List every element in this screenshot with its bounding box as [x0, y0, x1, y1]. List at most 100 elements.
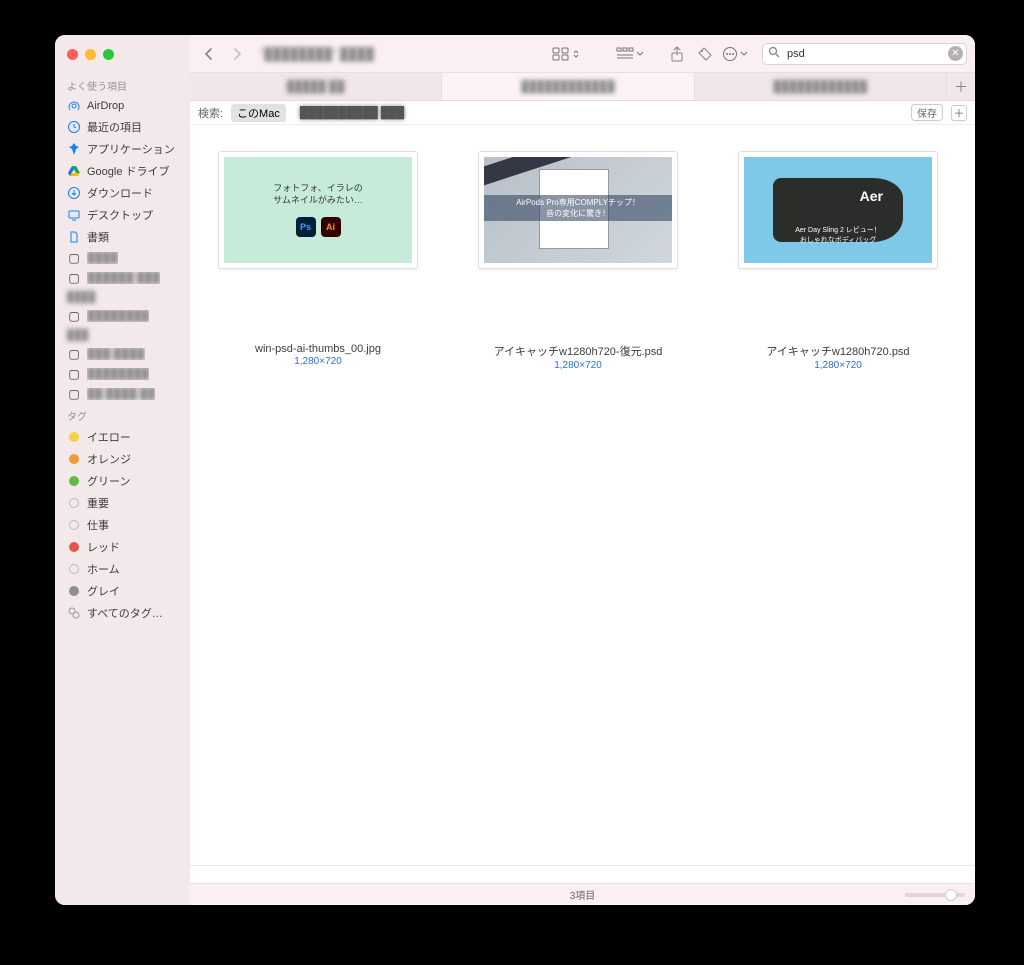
tag-label: グリーン [87, 473, 130, 489]
folder-icon: ▢ [67, 271, 81, 285]
chevron-down-icon [740, 50, 748, 58]
path-bar [190, 865, 975, 883]
sidebar-section-header-redacted: ███ [55, 326, 190, 344]
airdrop-icon [67, 99, 81, 113]
tab-label: ████████████ [774, 81, 868, 93]
icon-size-slider[interactable] [905, 893, 965, 897]
sidebar-item-airdrop[interactable]: AirDrop [55, 96, 190, 116]
zoom-window-button[interactable] [103, 49, 114, 60]
sidebar-item-apps[interactable]: アプリケーション [55, 138, 190, 160]
tag-label: レッド [87, 539, 120, 555]
tab-bar: █████ ██ ████████████ ████████████ ＋ [190, 73, 975, 101]
file-name: win-psd-ai-thumbs_00.jpg [255, 343, 381, 355]
sidebar-section-header-redacted: ████ [55, 288, 190, 306]
toolbar-title: "████████" ████ [260, 47, 374, 61]
sidebar-tag-item[interactable]: オレンジ [55, 448, 190, 470]
gdrive-icon [67, 164, 81, 178]
sidebar-item-label: ダウンロード [87, 185, 153, 201]
folder-icon: ▢ [67, 251, 81, 265]
doc-icon [67, 230, 81, 244]
clear-search-button[interactable]: ✕ [948, 46, 963, 61]
sidebar-tag-item[interactable]: 重要 [55, 492, 190, 514]
clock-icon [67, 120, 81, 134]
finder-window: よく使う項目 AirDrop最近の項目アプリケーションGoogle ドライブダウ… [55, 35, 975, 905]
file-dimensions: 1,280×720 [814, 360, 862, 371]
search-field[interactable]: ✕ [762, 43, 967, 65]
action-menu-button[interactable] [722, 46, 748, 62]
drive-icon: ▢ [67, 347, 81, 361]
scope-option-redacted[interactable]: ██████████ ███ [294, 106, 410, 120]
tag-dot-icon [67, 496, 81, 510]
sidebar-item-redacted[interactable]: ▢███ ████ [55, 344, 190, 364]
sidebar-item-redacted[interactable]: ▢████████ [55, 364, 190, 384]
file-thumbnail: AerAer Day Sling 2 レビュー！おしゃれなボディバッグ [738, 151, 938, 269]
sidebar-item-label: デスクトップ [87, 207, 153, 223]
sidebar-tag-item[interactable]: イエロー [55, 426, 190, 448]
download-icon [67, 186, 81, 200]
sidebar-item-gdrive[interactable]: Google ドライブ [55, 160, 190, 182]
file-item[interactable]: AirPods Pro専用COMPLYチップ！音の変化に驚き！ アイキャッチw12… [478, 151, 678, 371]
tab[interactable]: ████████████ [442, 73, 694, 100]
sidebar-item-label: 書類 [87, 229, 109, 245]
forward-button[interactable] [226, 43, 248, 65]
sidebar-item-desktop[interactable]: デスクトップ [55, 204, 190, 226]
sidebar-item-redacted[interactable]: ▢████████ [55, 306, 190, 326]
tag-label: イエロー [87, 429, 131, 445]
sidebar-tag-item[interactable]: グレイ [55, 580, 190, 602]
tag-dot-icon [67, 584, 81, 598]
scope-this-mac[interactable]: このMac [231, 104, 286, 122]
sidebar-item-redacted[interactable]: ▢██ ████ ██ [55, 384, 190, 404]
chevron-down-icon [636, 50, 644, 58]
scope-label: 検索: [198, 105, 223, 121]
new-tab-button[interactable]: ＋ [947, 73, 975, 100]
search-input[interactable] [762, 43, 967, 65]
file-item[interactable]: AerAer Day Sling 2 レビュー！おしゃれなボディバッグアイキャッ… [738, 151, 938, 371]
window-body: よく使う項目 AirDrop最近の項目アプリケーションGoogle ドライブダウ… [55, 35, 975, 905]
sidebar-item-label: Google ドライブ [87, 163, 170, 179]
close-window-button[interactable] [67, 49, 78, 60]
file-thumbnail: フォトフォ、イラレのサムネイルがみたい…PsAi [218, 151, 418, 269]
chevron-updown-icon [572, 49, 580, 59]
sidebar-item-redacted[interactable]: ▢████ [55, 248, 190, 268]
add-search-criteria-button[interactable]: ＋ [951, 105, 967, 121]
save-search-button[interactable]: 保存 [911, 104, 943, 121]
tag-label: グレイ [87, 583, 120, 599]
tab[interactable]: █████ ██ [190, 73, 442, 100]
folder-icon: ▢ [67, 309, 81, 323]
file-item[interactable]: フォトフォ、イラレのサムネイルがみたい…PsAi win-psd-ai-thumb… [218, 151, 418, 371]
sidebar-tag-item[interactable]: グリーン [55, 470, 190, 492]
sidebar-tag-item[interactable]: すべてのタグ… [55, 602, 190, 624]
sidebar-item-clock[interactable]: 最近の項目 [55, 116, 190, 138]
minimize-window-button[interactable] [85, 49, 96, 60]
file-dimensions: 1,280×720 [554, 360, 602, 371]
apps-icon [67, 142, 81, 156]
sidebar-item-download[interactable]: ダウンロード [55, 182, 190, 204]
tag-dot-icon [67, 430, 81, 444]
sidebar-item-label: アプリケーション [87, 141, 175, 157]
view-mode-selector[interactable] [552, 47, 580, 61]
drive-icon: ▢ [67, 367, 81, 381]
status-bar: 3項目 [190, 883, 975, 905]
tag-label: オレンジ [87, 451, 131, 467]
tag-dot-icon [67, 452, 81, 466]
file-thumbnail: AirPods Pro専用COMPLYチップ！音の変化に驚き！ [478, 151, 678, 269]
search-icon [768, 46, 780, 58]
group-by-selector[interactable] [616, 47, 644, 61]
sidebar-tag-item[interactable]: レッド [55, 536, 190, 558]
tag-button[interactable] [694, 43, 716, 65]
back-button[interactable] [198, 43, 220, 65]
sidebar-item-label: AirDrop [87, 100, 124, 112]
search-scope-bar: 検索: このMac ██████████ ███ 保存 ＋ [190, 101, 975, 125]
tab[interactable]: ████████████ [695, 73, 947, 100]
file-grid[interactable]: フォトフォ、イラレのサムネイルがみたい…PsAi win-psd-ai-thumb… [190, 125, 975, 865]
tab-label: █████ ██ [287, 81, 345, 93]
share-button[interactable] [666, 43, 688, 65]
tag-dot-icon [67, 474, 81, 488]
tab-label: ████████████ [521, 81, 615, 93]
sidebar-item-doc[interactable]: 書類 [55, 226, 190, 248]
drive-icon: ▢ [67, 387, 81, 401]
sidebar-item-redacted[interactable]: ▢██████ ███ [55, 268, 190, 288]
sidebar-tag-item[interactable]: 仕事 [55, 514, 190, 536]
sidebar-tag-item[interactable]: ホーム [55, 558, 190, 580]
file-name: アイキャッチw1280h720-復元.psd [494, 343, 663, 359]
